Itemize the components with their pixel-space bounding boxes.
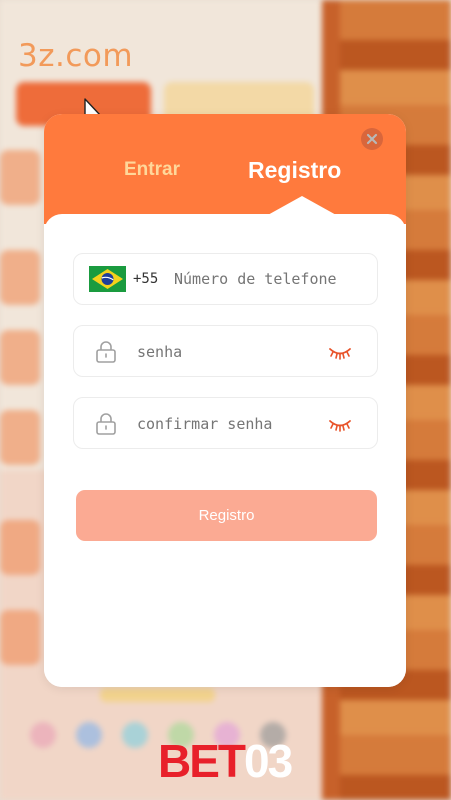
phone-input[interactable] bbox=[174, 270, 364, 288]
watermark-top: 3z.com bbox=[18, 38, 134, 74]
password-field[interactable] bbox=[73, 325, 378, 377]
lock-icon bbox=[96, 341, 116, 363]
register-modal: Entrar Registro +55 Número de telefone R… bbox=[44, 114, 406, 687]
close-icon bbox=[366, 133, 378, 145]
brazil-flag-icon bbox=[89, 266, 126, 292]
eye-closed-icon[interactable] bbox=[328, 415, 352, 433]
confirm-password-field[interactable] bbox=[73, 397, 378, 449]
close-button[interactable] bbox=[361, 128, 383, 150]
password-input[interactable] bbox=[137, 343, 317, 361]
watermark-bottom: BET03 bbox=[158, 735, 293, 787]
eye-closed-icon[interactable] bbox=[328, 343, 352, 361]
lock-icon bbox=[96, 413, 116, 435]
modal-header bbox=[44, 114, 406, 224]
active-tab-indicator bbox=[266, 196, 338, 216]
phone-field[interactable]: +55 bbox=[73, 253, 378, 305]
register-submit-button[interactable]: Registro bbox=[76, 490, 377, 541]
country-code[interactable]: +55 bbox=[133, 271, 158, 287]
tab-registro[interactable]: Registro bbox=[248, 157, 341, 184]
confirm-password-input[interactable] bbox=[137, 415, 317, 433]
tab-entrar[interactable]: Entrar bbox=[124, 159, 180, 181]
